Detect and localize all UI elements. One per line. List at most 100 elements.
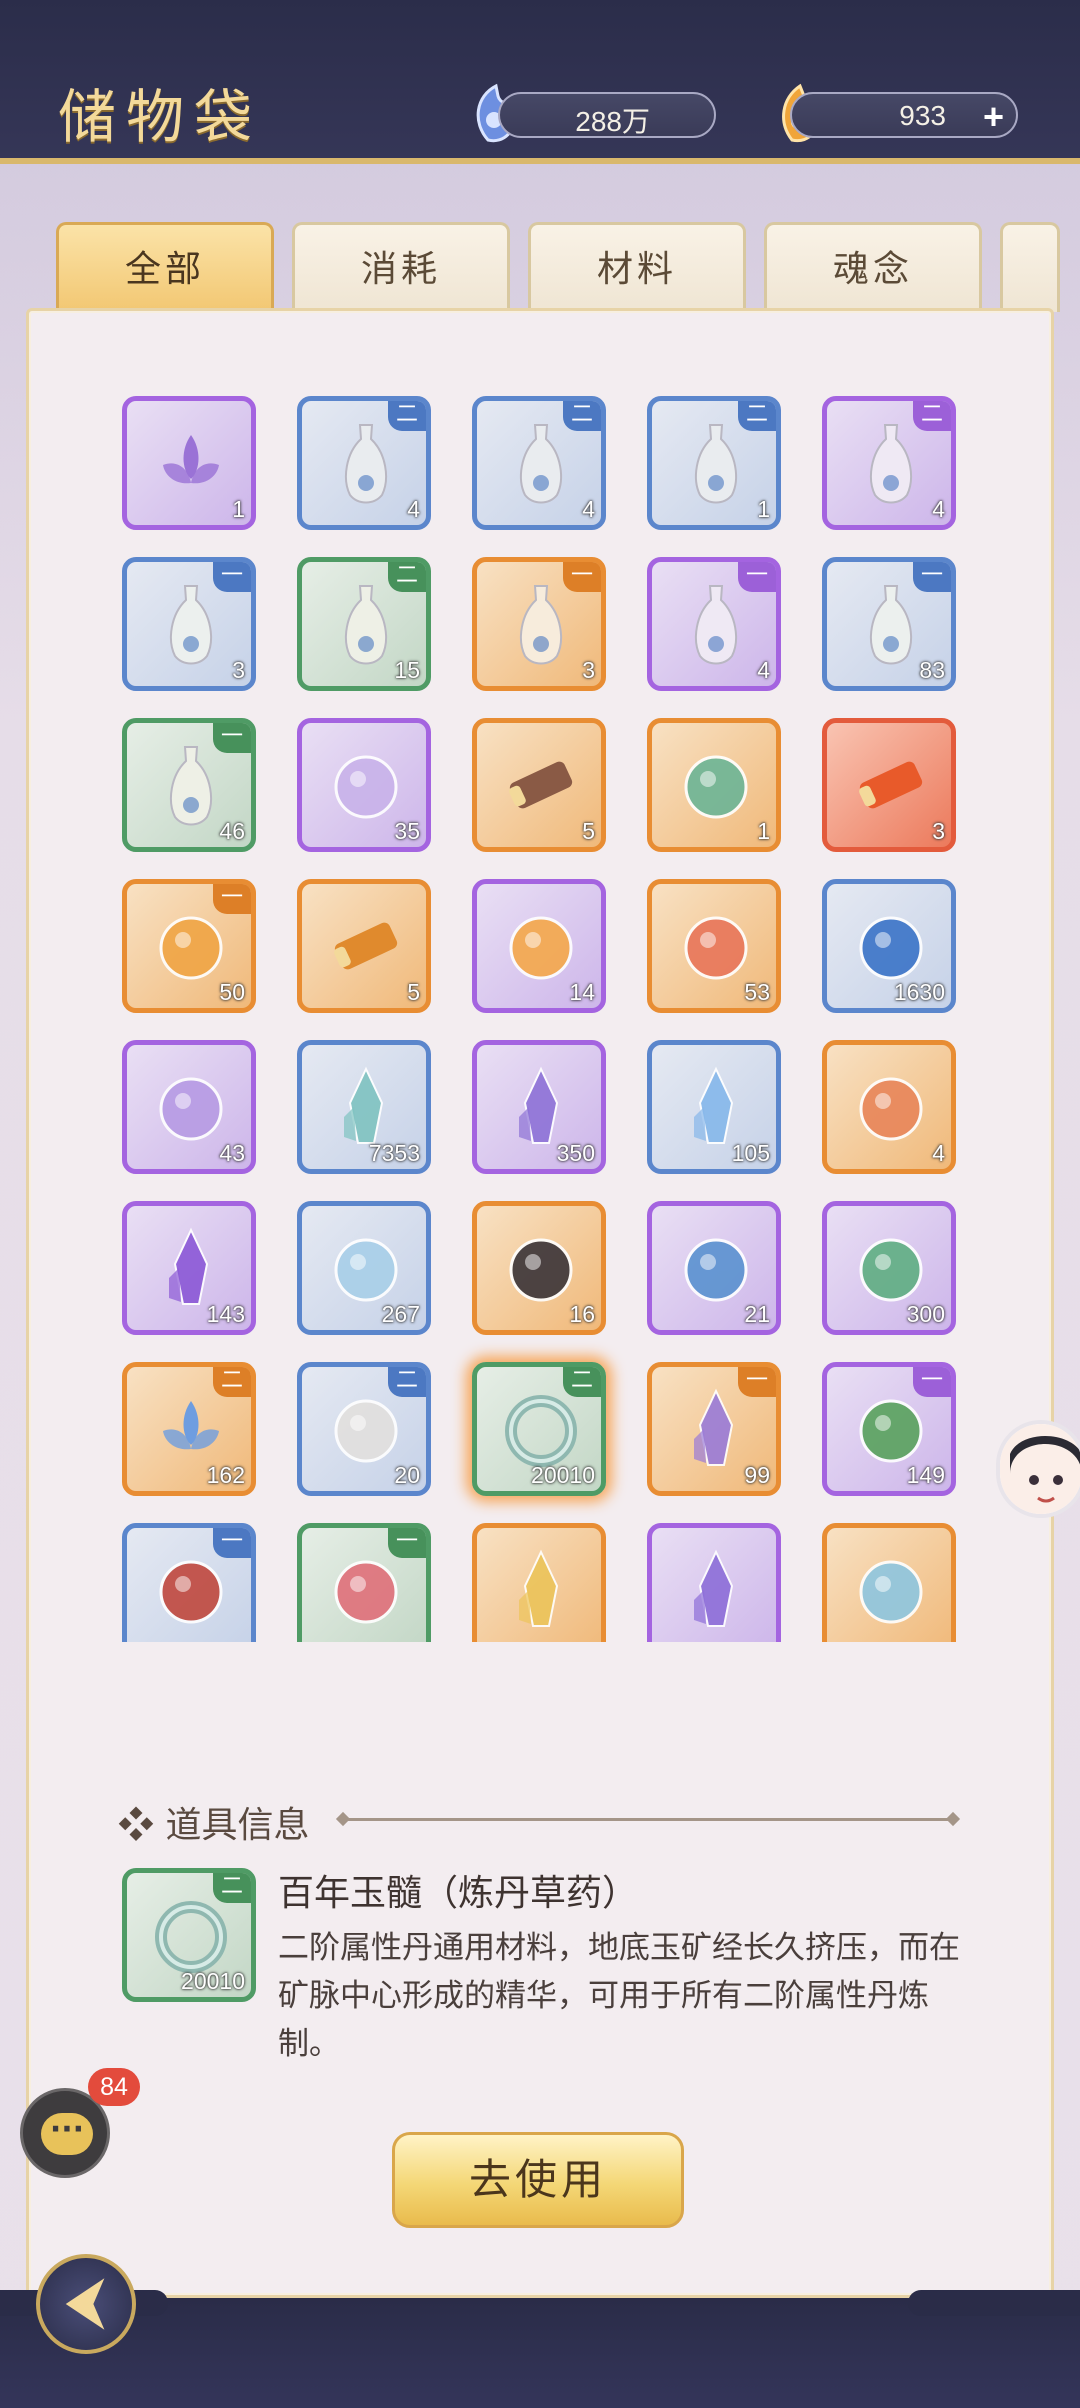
inventory-item[interactable]: 300: [822, 1201, 956, 1335]
inventory-item[interactable]: 二 20: [297, 1362, 431, 1496]
add-currency-button[interactable]: +: [983, 96, 1004, 138]
inventory-item[interactable]: 350: [472, 1040, 606, 1174]
beast-core-icon: [159, 916, 223, 980]
inventory-item[interactable]: 一 83: [822, 557, 956, 691]
back-button[interactable]: [36, 2254, 136, 2354]
tab-materials[interactable]: 材料: [528, 222, 746, 312]
item-count: 5: [407, 979, 420, 1005]
inventory-item[interactable]: 7353: [297, 1040, 431, 1174]
inventory-item[interactable]: 5: [472, 718, 606, 852]
inventory-item[interactable]: 14: [472, 879, 606, 1013]
item-count: 1: [757, 496, 770, 522]
item-count: 3: [232, 657, 245, 683]
inventory-item[interactable]: 二 15: [297, 557, 431, 691]
tab-soul[interactable]: 魂念: [764, 222, 982, 312]
item-count: 149: [906, 1462, 945, 1488]
inventory-item[interactable]: 43: [122, 1040, 256, 1174]
inventory-item[interactable]: 267: [297, 1201, 431, 1335]
item-tier-badge: 一: [738, 562, 776, 592]
inventory-item[interactable]: 3: [822, 718, 956, 852]
item-tier-badge: 一: [213, 884, 251, 914]
item-count: 7353: [368, 1140, 420, 1166]
item-count: 4: [932, 1140, 945, 1166]
item-count: 99: [744, 1462, 770, 1488]
bottom-deco-right: [908, 2290, 1080, 2316]
inventory-item[interactable]: 二4: [297, 396, 431, 530]
talisman-icon: [684, 755, 748, 819]
inventory-item[interactable]: 1630: [822, 879, 956, 1013]
flame-currency-value: 933: [899, 100, 946, 131]
item-count: 53: [744, 979, 770, 1005]
crystal-icon: [344, 1066, 384, 1144]
orb-icon: [509, 916, 573, 980]
water-orb-icon: [859, 916, 923, 980]
inventory-item[interactable]: 一 50: [122, 879, 256, 1013]
inventory-item[interactable]: 一: [297, 1523, 431, 1642]
inventory-item[interactable]: 105: [647, 1040, 781, 1174]
item-name: 百年玉髓（炼丹草药）: [278, 1873, 639, 1914]
inventory-item[interactable]: [647, 1523, 781, 1642]
tab-more[interactable]: [1000, 222, 1060, 312]
item-tier-badge: 二: [563, 401, 601, 431]
character-avatar[interactable]: [996, 1420, 1080, 1518]
item-count: 46: [219, 818, 245, 844]
inventory-item[interactable]: 一3: [122, 557, 256, 691]
inventory-item[interactable]: 一4: [647, 557, 781, 691]
inventory-item[interactable]: 二1: [647, 396, 781, 530]
coral-icon: [334, 1560, 398, 1624]
lotus-icon: [163, 435, 219, 484]
item-count: 4: [582, 496, 595, 522]
inventory-item[interactable]: 一: [122, 1523, 256, 1642]
vase-icon: [344, 424, 388, 504]
item-tier-badge: 二: [738, 401, 776, 431]
character-face-icon: [1000, 1424, 1080, 1514]
inventory-item[interactable]: [472, 1523, 606, 1642]
inventory-item[interactable]: 一 46: [122, 718, 256, 852]
item-count: 1: [757, 818, 770, 844]
inventory-item[interactable]: 二4: [472, 396, 606, 530]
page-title: 储物袋: [58, 83, 263, 151]
item-count: 3: [932, 818, 945, 844]
item-tier-badge: 一: [388, 1528, 426, 1558]
inventory-item[interactable]: 143: [122, 1201, 256, 1335]
crystal-icon: [519, 1066, 559, 1144]
inventory-item[interactable]: 一 149: [822, 1362, 956, 1496]
item-tier-badge: 一: [213, 1528, 251, 1558]
gourd-icon: [334, 755, 398, 819]
inventory-item[interactable]: 一 99: [647, 1362, 781, 1496]
swirl-icon: [684, 1238, 748, 1302]
inventory-item[interactable]: 4: [822, 1040, 956, 1174]
item-count: 21: [744, 1301, 770, 1327]
inventory-item[interactable]: 53: [647, 879, 781, 1013]
item-info-heading: ❖ 道具信息: [118, 1796, 309, 1848]
inventory-item[interactable]: 21: [647, 1201, 781, 1335]
inventory-item[interactable]: 16: [472, 1201, 606, 1335]
inventory-item[interactable]: 二 20010: [472, 1362, 606, 1496]
inventory-item[interactable]: 1: [647, 718, 781, 852]
chat-unread-badge: 84: [88, 2068, 140, 2106]
use-item-button[interactable]: 去使用: [392, 2132, 684, 2228]
tab-all[interactable]: 全部: [56, 222, 274, 312]
grass-icon: [859, 1238, 923, 1302]
item-grid: 1 二 4 二 4 二 1 二 4 一 3 二 15 一 3 一 4 一 83 一 46 35 5 1 3 一 50 5 14 53 163…: [122, 396, 962, 1642]
inventory-item[interactable]: 一3: [472, 557, 606, 691]
vase-icon: [519, 585, 563, 665]
item-count: 15: [394, 657, 420, 683]
flower-icon: [159, 1077, 223, 1141]
vase-icon: [169, 585, 213, 665]
flame-currency-counter: 933 +: [790, 92, 1018, 138]
inventory-item[interactable]: 1: [122, 396, 256, 530]
spirit-stone-value: 288万: [575, 106, 650, 137]
scroll-icon: [509, 761, 573, 809]
beast-icon: [684, 916, 748, 980]
inventory-item[interactable]: 35: [297, 718, 431, 852]
inventory-item[interactable]: 二4: [822, 396, 956, 530]
item-count: 105: [731, 1140, 770, 1166]
tab-consumables[interactable]: 消耗: [292, 222, 510, 312]
inventory-item[interactable]: 5: [297, 879, 431, 1013]
inventory-item[interactable]: 二 162: [122, 1362, 256, 1496]
item-count: 83: [919, 657, 945, 683]
inventory-item[interactable]: [822, 1523, 956, 1642]
item-count: 35: [394, 818, 420, 844]
item-count: 43: [219, 1140, 245, 1166]
